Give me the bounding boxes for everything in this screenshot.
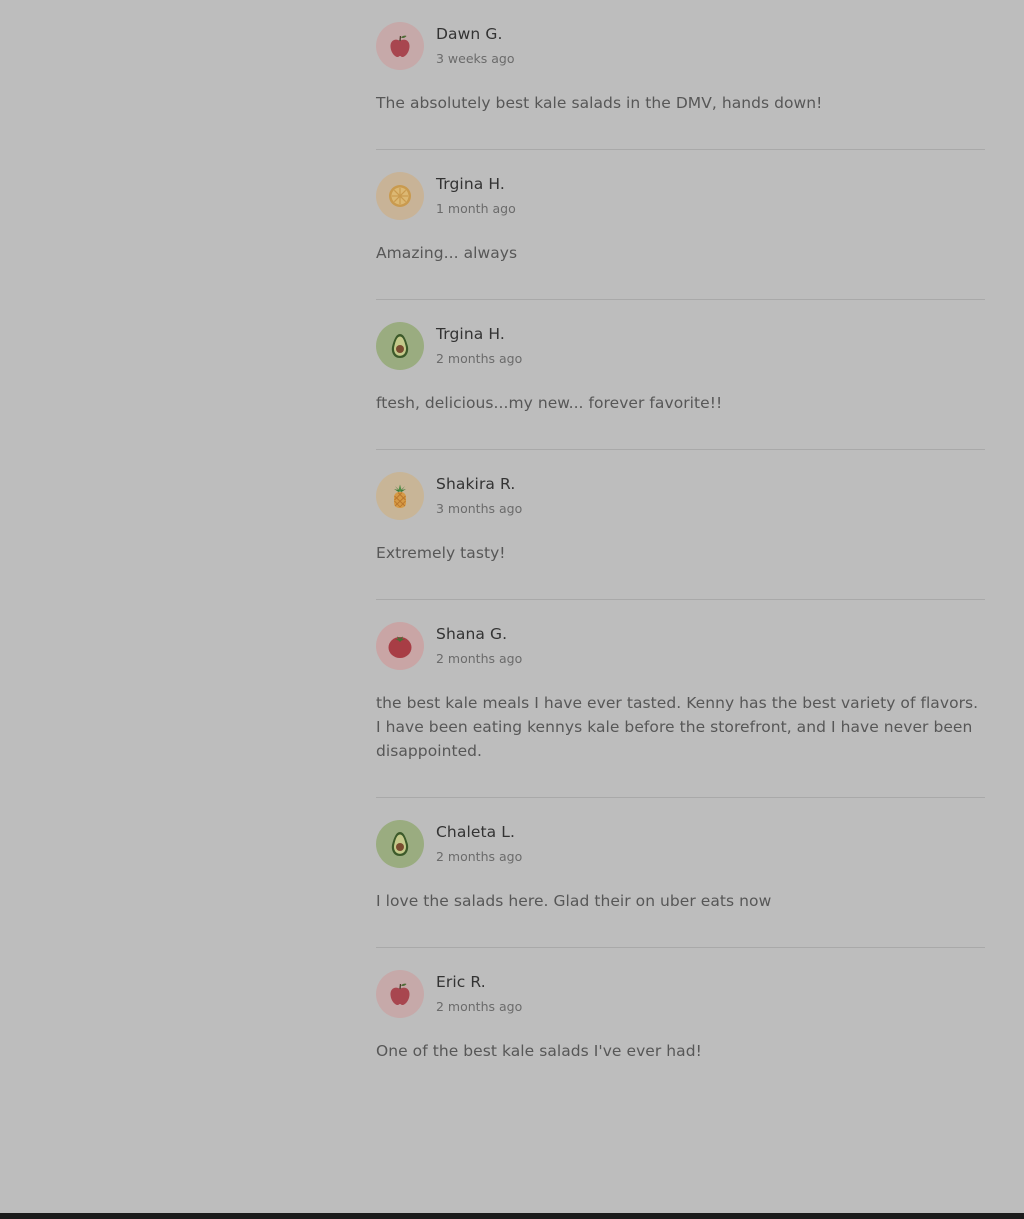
reviewer-name: Eric R. [436, 973, 486, 991]
review-time: 2 months ago [436, 999, 523, 1014]
review-meta: Shakira R. 3 months ago [436, 472, 522, 517]
review-time: 2 months ago [436, 351, 523, 366]
review-item: Trgina H. 1 month ago Amazing... always [376, 150, 985, 300]
reviewer-name: Shakira R. [436, 475, 516, 493]
avocado-icon [386, 830, 414, 858]
review-text: One of the best kale salads I've ever ha… [376, 1042, 702, 1060]
review-meta: Trgina H. 2 months ago [436, 322, 522, 367]
avatar [376, 472, 424, 520]
review-item: Shakira R. 3 months ago Extremely tasty! [376, 450, 985, 600]
reviewer-name: Dawn G. [436, 25, 503, 43]
bottom-edge-bar [0, 1213, 1024, 1219]
avatar [376, 622, 424, 670]
review-meta: Shana G. 2 months ago [436, 622, 522, 667]
review-item: Dawn G. 3 weeks ago The absolutely best … [376, 0, 985, 150]
review-header: Dawn G. 3 weeks ago [376, 22, 985, 70]
review-time: 1 month ago [436, 201, 516, 216]
review-text: Extremely tasty! [376, 544, 506, 562]
avatar [376, 820, 424, 868]
review-time: 2 months ago [436, 651, 523, 666]
review-meta: Eric R. 2 months ago [436, 970, 522, 1015]
review-item: Chaleta L. 2 months ago I love the salad… [376, 798, 985, 948]
apple-icon [386, 980, 414, 1008]
review-header: Shakira R. 3 months ago [376, 472, 985, 520]
avatar [376, 22, 424, 70]
review-meta: Trgina H. 1 month ago [436, 172, 516, 217]
orange-slice-icon [386, 182, 414, 210]
reviewer-name: Trgina H. [436, 325, 505, 343]
review-header: Chaleta L. 2 months ago [376, 820, 985, 868]
pineapple-icon [386, 482, 414, 510]
review-text: the best kale meals I have ever tasted. … [376, 694, 979, 760]
review-header: Trgina H. 1 month ago [376, 172, 985, 220]
tomato-icon [386, 632, 414, 660]
avatar [376, 970, 424, 1018]
review-time: 2 months ago [436, 849, 523, 864]
review-text: Amazing... always [376, 244, 518, 262]
reviewer-name: Shana G. [436, 625, 508, 643]
reviewer-name: Chaleta L. [436, 823, 516, 841]
avatar [376, 172, 424, 220]
reviewer-name: Trgina H. [436, 175, 505, 193]
review-meta: Dawn G. 3 weeks ago [436, 22, 515, 67]
review-meta: Chaleta L. 2 months ago [436, 820, 522, 865]
reviews-list: Dawn G. 3 weeks ago The absolutely best … [376, 0, 985, 1097]
review-time: 3 weeks ago [436, 51, 515, 66]
review-item: Trgina H. 2 months ago ftesh, delicious.… [376, 300, 985, 450]
review-header: Trgina H. 2 months ago [376, 322, 985, 370]
avatar [376, 322, 424, 370]
review-header: Eric R. 2 months ago [376, 970, 985, 1018]
review-header: Shana G. 2 months ago [376, 622, 985, 670]
apple-icon [386, 32, 414, 60]
avocado-icon [386, 332, 414, 360]
review-item: Eric R. 2 months ago One of the best kal… [376, 948, 985, 1097]
review-item: Shana G. 2 months ago the best kale meal… [376, 600, 985, 798]
review-text: I love the salads here. Glad their on ub… [376, 892, 772, 910]
review-text: The absolutely best kale salads in the D… [376, 94, 823, 112]
review-text: ftesh, delicious...my new... forever fav… [376, 394, 723, 412]
review-time: 3 months ago [436, 501, 523, 516]
